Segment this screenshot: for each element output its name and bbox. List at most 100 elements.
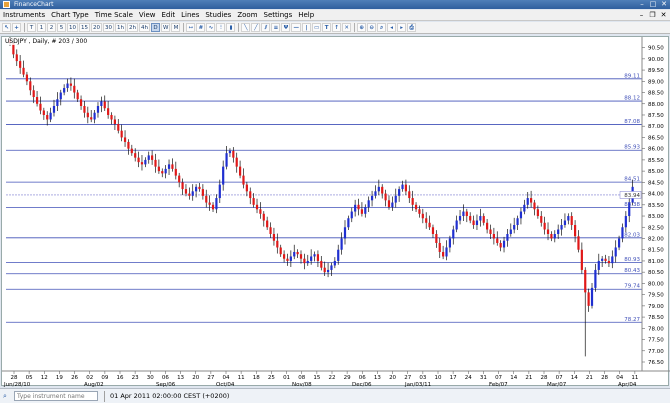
timeframe-10m[interactable]: 10 <box>67 23 78 32</box>
price-tick-label: 83.00 <box>648 214 664 220</box>
candle-up <box>164 168 167 174</box>
candle-down <box>245 184 248 192</box>
level-label: 80.93 <box>624 257 640 263</box>
candle-up <box>49 112 52 120</box>
timeframe-monthly[interactable]: M <box>171 23 181 32</box>
price-tick-label: 77.50 <box>648 338 664 344</box>
menu-zoom[interactable]: Zoom <box>234 10 260 21</box>
timeframe-1h[interactable]: 1h <box>115 23 126 32</box>
crosshair-icon[interactable]: + <box>12 23 21 32</box>
scroll-left-icon[interactable]: ◂ <box>387 23 397 32</box>
bar-chart-icon[interactable]: ⫶ <box>216 23 226 32</box>
candle-up <box>337 249 340 261</box>
vertical-line-icon[interactable]: | <box>301 23 311 32</box>
timeframe-2h[interactable]: 2h <box>127 23 138 32</box>
menu-edit[interactable]: Edit <box>159 10 179 21</box>
channel-icon[interactable]: ⫽ <box>261 23 271 32</box>
candle-down <box>113 119 116 124</box>
text-icon[interactable]: T <box>322 23 332 32</box>
chart-close-button[interactable]: ✕ <box>659 11 668 20</box>
price-chart[interactable]: 90.50 90.00 89.50 89.00 88.50 88.00 87.50 87.00… <box>2 37 670 388</box>
scroll-right-icon[interactable]: ▸ <box>397 23 407 32</box>
finance-chart-window: FinanceChart – □ ✕ Instruments Chart Typ… <box>0 0 670 403</box>
zoom-fit-icon[interactable]: ⌕ <box>377 23 387 32</box>
menu-instruments[interactable]: Instruments <box>0 10 48 21</box>
chart-minimize-button[interactable]: – <box>637 11 646 20</box>
menu-chart-type[interactable]: Chart Type <box>48 10 92 21</box>
date-tick-label: 21 <box>586 375 593 381</box>
trendline-icon[interactable]: ╲ <box>241 23 251 32</box>
candle-down <box>46 114 49 120</box>
candle-up <box>455 220 458 230</box>
level-label: 80.43 <box>624 268 640 274</box>
fibonacci-icon[interactable]: ≡ <box>271 23 281 32</box>
menu-lines[interactable]: Lines <box>178 10 202 21</box>
price-tick-label: 86.00 <box>648 147 664 153</box>
candle-down <box>418 209 421 214</box>
timeframe-4h[interactable]: 4h <box>139 23 150 32</box>
rectangle-icon[interactable]: ▭ <box>311 23 322 32</box>
period-separator-icon[interactable]: ⇿ <box>186 23 196 32</box>
candle-down <box>299 254 303 259</box>
price-axis: 90.50 90.00 89.50 89.00 88.50 88.00 87.50 87.00… <box>641 37 664 371</box>
timeframe-daily[interactable]: D <box>151 23 160 32</box>
minimize-button[interactable]: – <box>638 0 646 8</box>
ray-icon[interactable]: ╱ <box>251 23 261 32</box>
horizontal-line-icon[interactable]: — <box>291 23 301 32</box>
candle-up <box>340 238 343 250</box>
candle-up <box>350 211 353 219</box>
timeframe-2m[interactable]: 2 <box>47 23 56 32</box>
candle-down <box>482 216 485 223</box>
timeframe-weekly[interactable]: W <box>161 23 171 32</box>
menu-view[interactable]: View <box>136 10 159 21</box>
cursor-icon[interactable]: ↖ <box>2 23 11 32</box>
timeframe-tick[interactable]: T <box>27 23 36 32</box>
grid-icon[interactable]: # <box>196 23 206 32</box>
instrument-search-input[interactable] <box>14 391 98 401</box>
date-tick-label: 14 <box>571 375 578 381</box>
timeframe-30m[interactable]: 30 <box>103 23 114 32</box>
line-chart-icon[interactable]: ∿ <box>206 23 216 32</box>
chart-area[interactable]: 90.50 90.00 89.50 89.00 88.50 88.00 87.50 87.00… <box>1 36 670 388</box>
chart-restore-button[interactable]: ❐ <box>648 11 657 20</box>
delete-icon[interactable]: ✕ <box>342 23 352 32</box>
menu-help[interactable]: Help <box>295 10 317 21</box>
zoom-out-icon[interactable]: ⊖ <box>367 23 377 32</box>
date-tick-label: 28 <box>601 375 608 381</box>
candle-up <box>59 92 62 100</box>
candle-up <box>313 254 316 257</box>
timeframe-20m[interactable]: 20 <box>91 23 102 32</box>
month-label: Apr/04 <box>618 382 637 387</box>
close-button[interactable]: ✕ <box>660 0 668 8</box>
timeframe-15m[interactable]: 15 <box>79 23 90 32</box>
candle-down <box>22 67 25 75</box>
timeframe-1m[interactable]: 1 <box>37 23 46 32</box>
date-tick-label: 04 <box>616 375 623 381</box>
candle-down <box>15 54 18 62</box>
menu-time-scale[interactable]: Time Scale <box>92 10 136 21</box>
price-tick-label: 81.00 <box>648 259 664 265</box>
date-tick-label: 11 <box>238 375 245 381</box>
candlestick-icon[interactable]: ▮ <box>226 23 236 32</box>
instrument-search-icon[interactable]: ⌕ <box>3 392 11 400</box>
maximize-button[interactable]: □ <box>649 0 657 8</box>
candle-down <box>178 175 181 183</box>
menu-studies[interactable]: Studies <box>202 10 234 21</box>
candle-down <box>323 267 326 273</box>
date-tick-label: 28 <box>11 375 18 381</box>
candle-up <box>195 186 198 192</box>
pitchfork-icon[interactable]: Ψ <box>281 23 291 32</box>
toolbar-separator <box>24 23 25 32</box>
price-tick-label: 90.50 <box>648 46 664 52</box>
menu-settings[interactable]: Settings <box>261 10 296 21</box>
print-icon[interactable]: ⎙ <box>407 23 417 32</box>
month-label: Feb/07 <box>489 382 508 387</box>
candle-down <box>211 204 215 210</box>
zoom-in-icon[interactable]: ⊕ <box>357 23 367 32</box>
candle-down <box>110 114 113 120</box>
arrow-icon[interactable]: ↑ <box>332 23 342 32</box>
candle-down <box>39 103 42 111</box>
candle-up <box>398 189 401 196</box>
candle-down <box>76 92 79 100</box>
timeframe-5m[interactable]: 5 <box>57 23 66 32</box>
